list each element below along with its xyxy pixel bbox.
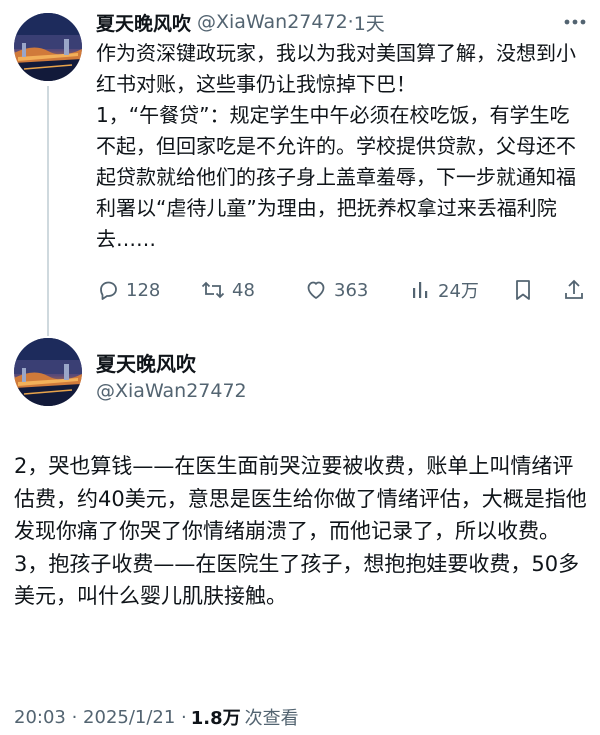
more-options-button[interactable] bbox=[562, 10, 588, 34]
like-button[interactable]: 363 bbox=[304, 276, 368, 304]
tweet-paragraph: 2，哭也算钱——在医生面前哭泣要被收费，账单上叫情绪评估费，约40美元，意思是医… bbox=[14, 454, 587, 543]
views-bar-chart-icon bbox=[413, 282, 428, 298]
tweet-timestamp[interactable]: 20:03 · 2025/1/21 · bbox=[14, 707, 187, 728]
retweet-icon bbox=[201, 281, 225, 299]
views-label: 次查看 bbox=[244, 708, 299, 729]
like-count: 363 bbox=[334, 279, 369, 301]
tweet-paragraph: 3，抱孩子收费——在医院生了孩子，想抱抱娃要收费，50多美元，叫什么婴儿肌肤接触… bbox=[14, 551, 580, 609]
retweet-count: 48 bbox=[232, 279, 255, 301]
share-button[interactable] bbox=[562, 276, 586, 304]
heart-icon bbox=[307, 281, 325, 299]
tweet-header: 夏天晚风吹 @XiaWan27472 · 1天 bbox=[96, 8, 385, 36]
tweet-paragraph: 1，“午餐贷”：规定学生中午必须在校吃饭，有学生吃不起，但回家吃是不允许的。学校… bbox=[96, 103, 576, 251]
tweet-paragraph: 作为资深键政玩家，我以为我对美国算了解，没想到小红书对账，这些事仍让我惊掉下巴！ bbox=[96, 41, 576, 96]
author-handle[interactable]: @XiaWan27472 bbox=[197, 11, 348, 33]
views-button[interactable]: 24万 bbox=[410, 276, 479, 304]
retweet-button[interactable]: 48 bbox=[200, 276, 255, 304]
author-handle[interactable]: @XiaWan27472 bbox=[96, 380, 247, 402]
bookmark-button[interactable] bbox=[512, 276, 534, 304]
author-name[interactable]: 夏天晚风吹 bbox=[96, 9, 191, 36]
tweet-meta: 20:03 · 2025/1/21 · 1.8万 次查看 bbox=[14, 704, 299, 730]
views-count: 24万 bbox=[438, 281, 479, 302]
reply-icon bbox=[100, 281, 117, 300]
tweet-text: 作为资深键政玩家，我以为我对美国算了解，没想到小红书对账，这些事仍让我惊掉下巴！… bbox=[96, 38, 586, 255]
thread-connector-line bbox=[47, 86, 49, 336]
author-name[interactable]: 夏天晚风吹 bbox=[96, 348, 196, 377]
avatar[interactable] bbox=[14, 13, 82, 81]
bookmark-icon bbox=[516, 280, 530, 300]
reply-count: 128 bbox=[126, 279, 161, 301]
views-total: 1.8万 bbox=[190, 708, 241, 729]
tweet-text: 2，哭也算钱——在医生面前哭泣要被收费，账单上叫情绪评估费，约40美元，意思是医… bbox=[14, 450, 589, 613]
tweet-time[interactable]: 1天 bbox=[354, 9, 385, 36]
tweet-action-bar: 128 48 363 24万 bbox=[96, 276, 586, 304]
more-horizontal-icon bbox=[564, 19, 586, 25]
share-icon bbox=[565, 279, 583, 299]
avatar[interactable] bbox=[14, 338, 82, 406]
reply-button[interactable]: 128 bbox=[96, 276, 160, 304]
